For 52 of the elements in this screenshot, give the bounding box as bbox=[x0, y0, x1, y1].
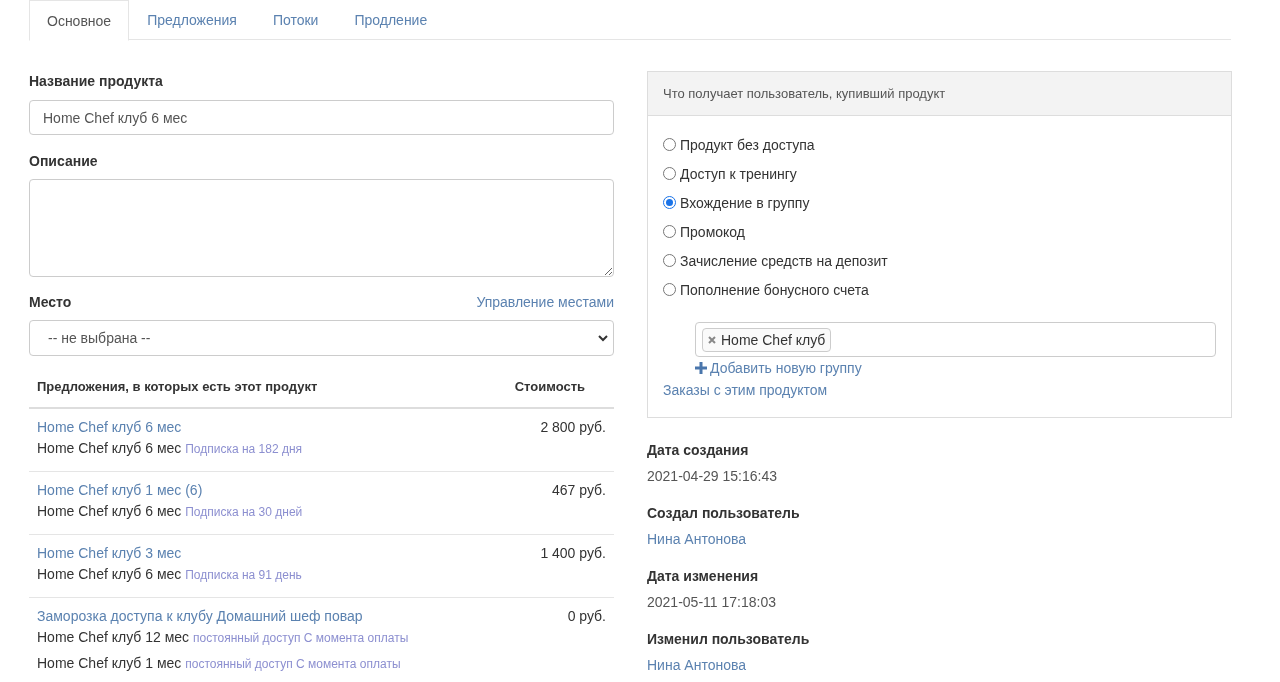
panel-header: Что получает пользователь, купивший продукт bbox=[648, 72, 1231, 116]
subscription-note: Подписка на 182 дня bbox=[185, 442, 303, 456]
user-link[interactable]: Нина Антонова bbox=[647, 655, 1232, 675]
meta-value: 2021-04-29 15:16:43 bbox=[647, 467, 778, 486]
chevron-down-icon bbox=[597, 332, 609, 344]
radio-label: Пополнение бонусного счета bbox=[680, 280, 869, 300]
tab[interactable]: Предложения bbox=[129, 0, 255, 40]
offer-price: 2 800 руб. bbox=[540, 418, 606, 437]
tab[interactable]: Основное bbox=[29, 0, 130, 41]
field-label: Описание bbox=[29, 152, 99, 171]
offer-link[interactable]: Заморозка доступа к клубу Домашний шеф повар bbox=[37, 606, 409, 626]
group-select[interactable]: Home Chef клуб bbox=[695, 322, 1216, 357]
offer-price: 1 400 руб. bbox=[540, 544, 606, 563]
meta-label: Дата изменения bbox=[647, 567, 760, 586]
tab[interactable]: Потоки bbox=[254, 0, 337, 40]
tab[interactable]: Продление bbox=[336, 0, 446, 40]
meta-label: Создал пользователь bbox=[647, 504, 801, 523]
manage-places-link[interactable]: Управление местами bbox=[476, 292, 614, 312]
subscription-note: Подписка на 30 дней bbox=[185, 505, 303, 519]
column-header: Предложения, в которых есть этот продукт bbox=[37, 378, 318, 396]
product-name: Home Chef клуб 1 мес bbox=[37, 655, 182, 671]
product-name: Home Chef клуб 6 мес bbox=[37, 503, 182, 519]
offer-link[interactable]: Home Chef клуб 6 мес bbox=[37, 417, 303, 437]
product-name: Home Chef клуб 6 мес bbox=[37, 566, 182, 582]
radio-label: Зачисление средств на депозит bbox=[680, 251, 888, 271]
orders-link[interactable]: Заказы с этим продуктом bbox=[663, 380, 1216, 400]
add-group-link[interactable]: Добавить новую группу bbox=[695, 358, 1216, 378]
offer-link[interactable]: Home Chef клуб 1 мес (6) bbox=[37, 480, 303, 500]
product-name: Home Chef клуб 12 мес bbox=[37, 629, 190, 645]
offer-price: 467 руб. bbox=[552, 481, 606, 500]
user-link[interactable]: Нина Антонова bbox=[647, 529, 1232, 549]
meta-label: Изменил пользователь bbox=[647, 630, 811, 649]
subscription-note: Подписка на 91 день bbox=[185, 568, 302, 582]
offer-price: 0 руб. bbox=[567, 607, 606, 626]
meta-value: 2021-05-11 17:18:03 bbox=[647, 593, 777, 612]
radio-label: Промокод bbox=[680, 222, 745, 242]
plus-icon bbox=[695, 362, 707, 374]
radio-label: Доступ к тренингу bbox=[680, 164, 797, 184]
product-name: Home Chef клуб 6 мес bbox=[37, 440, 182, 456]
close-icon[interactable] bbox=[708, 335, 716, 344]
subscription-note: постоянный доступ С момента оплаты bbox=[193, 631, 409, 645]
column-header: Стоимость bbox=[514, 378, 585, 396]
radio-label: Продукт без доступа bbox=[680, 135, 815, 155]
product-name-input[interactable]: Home Chef клуб 6 мес bbox=[29, 100, 614, 135]
meta-label: Дата создания bbox=[647, 441, 750, 460]
subscription-note: постоянный доступ С момента оплаты bbox=[185, 657, 401, 671]
place-select[interactable]: -- не выбрана -- bbox=[29, 320, 614, 356]
group-tag: Home Chef клуб bbox=[702, 327, 832, 352]
radio-label: Вхождение в группу bbox=[680, 193, 810, 213]
offer-link[interactable]: Home Chef клуб 3 мес bbox=[37, 543, 302, 563]
field-label: Место bbox=[29, 293, 72, 312]
field-label: Название продукта bbox=[29, 72, 164, 91]
